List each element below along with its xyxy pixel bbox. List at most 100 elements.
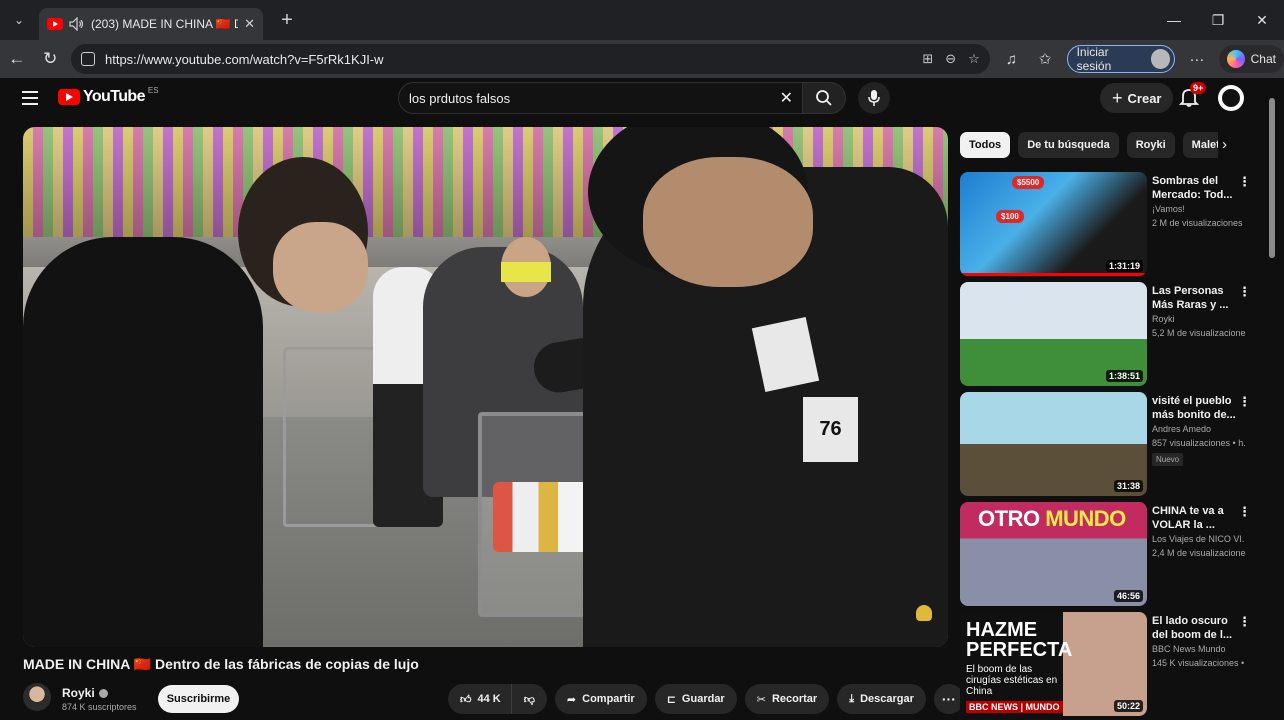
chip-from-search[interactable]: De tu búsqueda [1018, 132, 1119, 158]
toolbar-right: ♫ ✩ Iniciar sesión ··· Chat [1000, 45, 1284, 73]
recommendation-title[interactable]: Sombras del Mercado: Tod... [1152, 174, 1238, 202]
recommendation-channel[interactable]: Royki [1152, 314, 1244, 324]
window-controls: — ❐ ✕ [1152, 0, 1284, 40]
recommendation-title[interactable]: Las Personas Más Raras y ... [1152, 284, 1238, 312]
recommendation-views: 857 visualizaciones • h... [1152, 438, 1246, 448]
share-button[interactable]: ➦ Compartir [554, 684, 647, 714]
channel-avatar[interactable] [23, 683, 51, 711]
more-vertical-icon[interactable]: ⋮ [1238, 614, 1251, 630]
watch-progress-bar [960, 273, 1147, 276]
channel-name[interactable]: Royki [62, 686, 108, 700]
recommendation-item[interactable]: $5500 $100 1:31:19 Sombras del Mercado: … [960, 172, 1251, 276]
region-code: ES [147, 86, 159, 95]
tab-list-button[interactable]: ⌄ [5, 6, 33, 34]
copilot-chat-button[interactable]: Chat [1218, 45, 1284, 73]
search-input[interactable]: los prdutos falsos ✕ [398, 82, 804, 114]
recommendation-title[interactable]: CHINA te va a VOLAR la ... [1152, 504, 1238, 532]
recommendation-title[interactable]: El lado oscuro del boom de l... [1152, 614, 1238, 642]
app-available-icon[interactable]: ⊞ [922, 51, 933, 67]
favorites-icon[interactable]: ✩ [1033, 50, 1056, 68]
browser-tab-active[interactable]: (203) MADE IN CHINA 🇨🇳 Dentro de las fáb… [39, 8, 263, 40]
microphone-icon [868, 90, 880, 106]
url-text[interactable]: https://www.youtube.com/watch?v=F5rRk1KJ… [105, 52, 912, 67]
recommendation-thumbnail[interactable]: $5500 $100 1:31:19 [960, 172, 1147, 276]
save-button[interactable]: ⊏ Guardar [654, 684, 737, 714]
chevron-right-icon[interactable]: › [1222, 136, 1227, 153]
clear-search-icon[interactable]: ✕ [780, 88, 793, 108]
save-label: Guardar [681, 693, 725, 705]
recommendation-channel[interactable]: Los Viajes de NICO VI... [1152, 534, 1244, 544]
dislike-button[interactable]: 👎︎ [511, 684, 547, 714]
address-bar[interactable]: https://www.youtube.com/watch?v=F5rRk1KJ… [71, 44, 990, 74]
recommendation-channel[interactable]: Andres Amedo [1152, 424, 1244, 434]
download-label: Descargar [860, 693, 914, 705]
subscribe-button[interactable]: Suscribirme [158, 685, 239, 713]
account-avatar[interactable] [1218, 85, 1244, 111]
more-vertical-icon[interactable]: ⋮ [1238, 284, 1251, 300]
close-tab-icon[interactable]: ✕ [244, 16, 255, 32]
more-horizontal-icon: ··· [941, 691, 956, 707]
recommendation-item[interactable]: 1:38:51 Las Personas Más Raras y ... Roy… [960, 282, 1251, 386]
video-title: MADE IN CHINA 🇨🇳 Dentro de las fábricas … [23, 656, 419, 672]
recommendation-title[interactable]: visité el pueblo más bonito de... [1152, 394, 1238, 422]
site-info-icon[interactable] [81, 52, 95, 66]
notifications-button[interactable]: 9+ [1178, 82, 1207, 110]
favorite-star-icon[interactable]: ☆ [968, 51, 980, 67]
scissors-icon: ✂ [756, 693, 766, 706]
search-query[interactable]: los prdutos falsos [409, 91, 780, 106]
zoom-icon[interactable]: ⊖ [945, 51, 956, 67]
verified-icon [98, 688, 108, 698]
recommendation-channel[interactable]: ¡Vamos! [1152, 204, 1244, 214]
youtube-logo[interactable]: YouTube ES [58, 86, 159, 106]
chip-maletas[interactable]: Maletas [1182, 132, 1218, 158]
profile-avatar-icon [1150, 49, 1171, 69]
close-window-icon[interactable]: ✕ [1240, 12, 1284, 29]
recommendation-thumbnail[interactable]: HAZME PERFECTA El boom de las cirugías e… [960, 612, 1147, 716]
video-duration: 1:38:51 [1105, 370, 1143, 382]
media-control-icon[interactable]: ♫ [1000, 51, 1023, 68]
chat-label: Chat [1250, 52, 1276, 66]
create-button[interactable]: + Crear [1100, 83, 1174, 113]
voice-search-button[interactable] [858, 82, 890, 114]
recommendation-item[interactable]: 31:38 visité el pueblo más bonito de... … [960, 392, 1251, 496]
more-vertical-icon[interactable]: ⋮ [1238, 174, 1251, 190]
signin-button[interactable]: Iniciar sesión [1066, 45, 1176, 73]
recommendation-views: 145 K visualizaciones • [1152, 658, 1245, 668]
scene-face-left [273, 222, 368, 312]
plus-icon: + [1112, 87, 1123, 108]
menu-icon[interactable] [22, 91, 38, 105]
more-vertical-icon[interactable]: ⋮ [1238, 504, 1251, 520]
minimize-icon[interactable]: — [1152, 12, 1196, 28]
chip-all[interactable]: Todos [960, 132, 1011, 158]
recommendation-thumbnail[interactable]: 1:38:51 [960, 282, 1147, 386]
reload-icon[interactable]: ↻ [34, 49, 68, 69]
video-player[interactable]: 76 [23, 127, 948, 647]
new-tab-button[interactable]: + [275, 9, 299, 32]
bookmark-icon: ⊏ [666, 693, 676, 706]
back-arrow-icon[interactable]: ← [0, 49, 34, 69]
recommendation-item[interactable]: OTRO MUNDO 46:56 CHINA te va a VOLAR la … [960, 502, 1251, 606]
recommendation-item[interactable]: HAZME PERFECTA El boom de las cirugías e… [960, 612, 1251, 716]
thumbnail-text: $100 [996, 210, 1024, 223]
scrollbar-thumb[interactable] [1269, 98, 1275, 258]
restore-icon[interactable]: ❐ [1196, 12, 1240, 29]
search-button[interactable] [802, 82, 846, 114]
like-button[interactable]: 👍︎ 44 K [448, 684, 512, 714]
channel-name-text[interactable]: Royki [62, 686, 95, 700]
recommendation-views: 2,4 M de visualizaciones [1152, 548, 1246, 558]
thumbs-down-icon: 👎︎ [523, 693, 535, 706]
more-vertical-icon[interactable]: ⋮ [1238, 394, 1251, 410]
youtube-wordmark: YouTube [83, 88, 145, 105]
chip-channel[interactable]: Royki [1126, 132, 1175, 158]
recommendation-thumbnail[interactable]: 31:38 [960, 392, 1147, 496]
page-scrollbar[interactable] [1268, 92, 1276, 717]
speaker-icon[interactable] [69, 17, 85, 31]
recommendation-thumbnail[interactable]: OTRO MUNDO 46:56 [960, 502, 1147, 606]
new-badge: Nuevo [1152, 453, 1184, 466]
scene-face-right [643, 157, 813, 287]
scene-person-left [23, 237, 263, 647]
clip-button[interactable]: ✂ Recortar [744, 684, 830, 714]
download-button[interactable]: ⤓ Descargar [837, 684, 926, 714]
more-options-icon[interactable]: ··· [1185, 51, 1208, 68]
recommendation-channel[interactable]: BBC News Mundo [1152, 644, 1244, 654]
